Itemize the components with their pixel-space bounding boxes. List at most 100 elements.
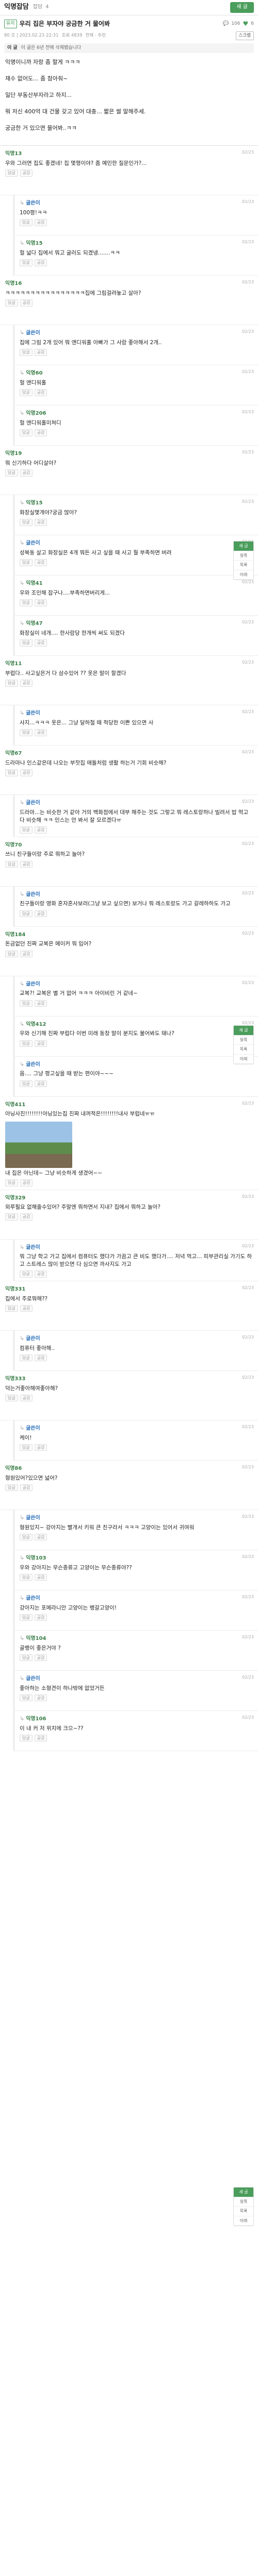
reply-button[interactable]: 답글 (5, 1394, 18, 1402)
reply-button[interactable]: 답글 (20, 1694, 33, 1702)
reply-button[interactable]: 답글 (20, 349, 33, 356)
side-new-button[interactable]: 새 글 (234, 1026, 253, 1036)
menu-item[interactable]: 잡담 (33, 4, 42, 11)
reply-button[interactable]: 답글 (5, 860, 18, 868)
reply-button[interactable]: 답글 (5, 1484, 18, 1492)
like-icon[interactable]: ♥ (243, 20, 249, 28)
reply-button[interactable]: 답글 (5, 950, 18, 958)
reply-button[interactable]: 답글 (5, 299, 18, 307)
reply-button[interactable]: 답글 (20, 219, 33, 226)
comment-actions: 답글 공감 (5, 950, 254, 958)
like-button[interactable]: 공감 (34, 429, 47, 436)
reply-button[interactable]: 답글 (5, 1213, 18, 1221)
reply-button[interactable]: 답글 (20, 259, 33, 266)
reply-button[interactable]: 답글 (20, 1533, 33, 1541)
scrap-button[interactable]: 스크랩 (235, 31, 254, 40)
reply-button[interactable]: 답글 (20, 826, 33, 834)
like-button[interactable]: 공감 (34, 219, 47, 226)
comment-image[interactable] (5, 1121, 72, 1168)
side-new-button[interactable]: 새 글 (234, 2188, 253, 2197)
reply-button[interactable]: 답글 (20, 1734, 33, 1742)
like-button[interactable]: 공감 (34, 1654, 47, 1662)
reply-button[interactable]: 답글 (5, 469, 18, 477)
like-button[interactable]: 공감 (34, 999, 47, 1007)
side-up-button[interactable]: 윗쪽 (234, 1036, 253, 1045)
side-up-button[interactable]: 윗쪽 (234, 2197, 253, 2207)
reply-button[interactable]: 답글 (20, 639, 33, 647)
side-list-button[interactable]: 목록 (234, 2207, 253, 2216)
side-down-button[interactable]: 아래 (234, 570, 253, 580)
comment-actions: 답글 공감 (5, 769, 254, 776)
like-button[interactable]: 공감 (34, 1080, 47, 1088)
like-button[interactable]: 공감 (34, 910, 47, 918)
side-down-button[interactable]: 아래 (234, 1055, 253, 1064)
reply-button[interactable]: 답글 (20, 1270, 33, 1278)
like-button[interactable]: 공감 (34, 259, 47, 266)
reply-button[interactable]: 답글 (20, 429, 33, 436)
comment-text: 헐 넓다 집에서 뭐고 굴러도 되겠넹.......ㅋㅋ (20, 249, 120, 256)
like-button[interactable]: 공감 (20, 1213, 33, 1221)
reply-button[interactable]: 답글 (20, 1573, 33, 1581)
like-button[interactable]: 공감 (20, 1484, 33, 1492)
like-button[interactable]: 공감 (20, 170, 33, 177)
like-button[interactable]: 공감 (20, 1179, 33, 1187)
reply-button[interactable]: 답글 (20, 519, 33, 526)
reply-button[interactable]: 답글 (5, 1179, 18, 1187)
like-button[interactable]: 공감 (20, 769, 33, 776)
like-button[interactable]: 공감 (34, 1444, 47, 1451)
like-button[interactable]: 공감 (34, 826, 47, 834)
reply-button[interactable]: 답글 (20, 1354, 33, 1362)
like-button[interactable]: 공감 (20, 860, 33, 868)
reply-button[interactable]: 답글 (5, 170, 18, 177)
side-up-button[interactable]: 윗쪽 (234, 551, 253, 561)
comment-time: 02/23 (241, 660, 254, 665)
reply-button[interactable]: 답글 (20, 599, 33, 606)
reply-button[interactable]: 답글 (5, 1304, 18, 1312)
like-button[interactable]: 공감 (34, 1270, 47, 1278)
like-button[interactable]: 공감 (34, 639, 47, 647)
side-down-button[interactable]: 아래 (234, 2216, 253, 2226)
like-button[interactable]: 공감 (34, 519, 47, 526)
reply-button[interactable]: 답글 (20, 999, 33, 1007)
like-button[interactable]: 공감 (20, 1304, 33, 1312)
like-button[interactable]: 공감 (34, 1533, 47, 1541)
like-button[interactable]: 공감 (34, 729, 47, 736)
comment-author: 익명106 (26, 1716, 46, 1722)
reply-button[interactable]: 답글 (20, 910, 33, 918)
comment-author: 익명15 (26, 241, 43, 247)
like-button[interactable]: 공감 (20, 950, 33, 958)
like-button[interactable]: 공감 (34, 1694, 47, 1702)
like-button[interactable]: 공감 (20, 469, 33, 477)
comment-actions: 답글 공감 (5, 1304, 254, 1312)
side-list-button[interactable]: 목록 (234, 561, 253, 570)
like-button[interactable]: 공감 (34, 599, 47, 606)
write-button[interactable]: 새 글 (230, 2, 254, 13)
like-button[interactable]: 공감 (34, 389, 47, 396)
menu-item-2[interactable]: 4 (45, 4, 49, 11)
like-button[interactable]: 공감 (34, 1573, 47, 1581)
like-button[interactable]: 공감 (34, 1734, 47, 1742)
reply-button[interactable]: 답글 (5, 680, 18, 687)
reply-button[interactable]: 답글 (20, 729, 33, 736)
comment-text: 부럽다.. 사고싶은거 다 삼수있어 ?? 옷은 말이 할겠다 (5, 670, 126, 676)
like-button[interactable]: 공감 (20, 680, 33, 687)
reply-button[interactable]: 답글 (20, 1040, 33, 1047)
reply-button[interactable]: 답글 (20, 559, 33, 566)
reply-button[interactable]: 답글 (5, 769, 18, 776)
like-button[interactable]: 공감 (20, 1394, 33, 1402)
board-name[interactable]: 익명잡담 (4, 3, 29, 12)
like-button[interactable]: 공감 (34, 1354, 47, 1362)
like-button[interactable]: 공감 (20, 299, 33, 307)
reply-button[interactable]: 답글 (20, 1444, 33, 1451)
comment-author: 익명333 (5, 1376, 26, 1382)
like-button[interactable]: 공감 (34, 559, 47, 566)
side-list-button[interactable]: 목록 (234, 1045, 253, 1055)
reply-button[interactable]: 답글 (20, 1080, 33, 1088)
like-button[interactable]: 공감 (34, 1040, 47, 1047)
reply-button[interactable]: 답글 (20, 389, 33, 396)
reply-button[interactable]: 답글 (20, 1614, 33, 1621)
like-button[interactable]: 공감 (34, 349, 47, 356)
reply-button[interactable]: 답글 (20, 1654, 33, 1662)
like-button[interactable]: 공감 (34, 1614, 47, 1621)
side-new-button[interactable]: 새 글 (234, 541, 253, 551)
